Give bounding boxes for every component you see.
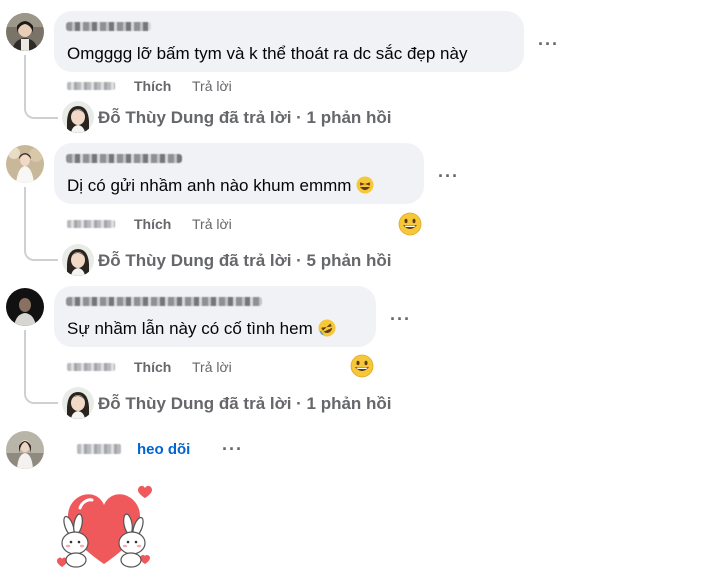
more-options-icon[interactable]: ··· (222, 440, 243, 458)
like-link[interactable]: Thích (134, 78, 171, 94)
commenter-name[interactable] (66, 297, 262, 306)
replier-avatar[interactable] (62, 244, 94, 276)
like-link[interactable]: Thích (134, 359, 171, 375)
reply-link[interactable]: Trả lời (192, 78, 232, 94)
heart-bunny-sticker[interactable] (54, 478, 154, 570)
reply-link[interactable]: Trả lời (192, 216, 232, 232)
more-options-icon[interactable]: ··· (438, 167, 459, 185)
reply-link[interactable]: Trả lời (192, 359, 232, 375)
replier-avatar[interactable] (62, 387, 94, 419)
commenter-name[interactable] (66, 22, 151, 31)
commenter-name[interactable] (66, 154, 182, 163)
commenter-avatar[interactable] (6, 145, 44, 183)
replier-avatar[interactable] (62, 101, 94, 133)
comment-timestamp[interactable] (67, 220, 115, 228)
commenter-name[interactable] (77, 444, 121, 454)
follow-link[interactable]: heo dõi (137, 441, 190, 458)
grinning-reaction-icon[interactable] (398, 212, 422, 241)
more-options-icon[interactable]: ··· (538, 35, 559, 53)
commenter-avatar[interactable] (6, 13, 44, 51)
like-link[interactable]: Thích (134, 216, 171, 232)
comment-timestamp[interactable] (67, 363, 115, 371)
laughing-emoji-icon (356, 176, 374, 194)
comment-text: Dị có gửi nhầm anh nào khum emmm (67, 176, 374, 196)
thread-line (24, 330, 58, 404)
rolling-laughing-emoji-icon (318, 319, 336, 337)
grinning-reaction-icon[interactable] (350, 354, 374, 383)
more-options-icon[interactable]: ··· (390, 310, 411, 328)
commenter-avatar[interactable] (6, 288, 44, 326)
commenter-avatar[interactable] (6, 431, 44, 469)
view-replies-link[interactable]: Đỗ Thùy Dung đã trả lời · 1 phản hồi (98, 394, 392, 414)
comment-text: Sự nhầm lẫn này có cố tình hem (67, 319, 336, 339)
thread-line (24, 55, 58, 119)
view-replies-link[interactable]: Đỗ Thùy Dung đã trả lời · 5 phản hồi (98, 251, 392, 271)
comment-timestamp[interactable] (67, 82, 115, 90)
view-replies-link[interactable]: Đỗ Thùy Dung đã trả lời · 1 phản hồi (98, 108, 392, 128)
thread-line (24, 187, 58, 261)
comment-text: Omgggg lỡ bấm tym và k thể thoát ra dc s… (67, 44, 468, 63)
